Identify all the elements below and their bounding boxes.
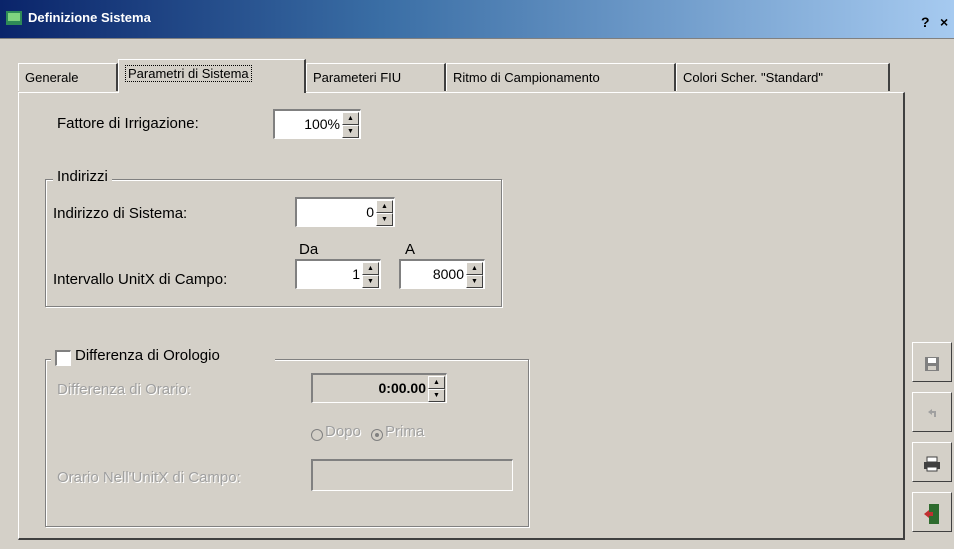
after-radio[interactable]: [311, 429, 323, 441]
floppy-disk-icon: [925, 357, 939, 372]
save-button[interactable]: [912, 342, 952, 382]
spin-up-icon[interactable]: ▲: [342, 112, 359, 125]
unit-range-label: Intervallo UnitX di Campo:: [53, 271, 228, 288]
tab-generale[interactable]: Generale: [18, 63, 118, 91]
system-address-spin-arrows[interactable]: ▲ ▼: [376, 200, 393, 226]
irrigation-spin-arrows[interactable]: ▲ ▼: [342, 112, 359, 138]
time-diff-spin-arrows[interactable]: ▲ ▼: [428, 376, 445, 402]
tab-colori-schermo[interactable]: Colori Scher. "Standard": [676, 63, 890, 91]
time-diff-value: 0:00.00: [378, 380, 426, 396]
before-radio-label[interactable]: Prima: [385, 423, 424, 440]
spin-down-icon[interactable]: ▼: [428, 389, 445, 402]
range-to-spinner[interactable]: 8000 ▲ ▼: [399, 259, 485, 289]
range-from-value: 1: [352, 266, 360, 282]
before-radio[interactable]: [371, 429, 383, 441]
close-button[interactable]: ×: [940, 14, 948, 30]
time-diff-label: Differenza di Orario:: [57, 381, 191, 398]
spin-down-icon[interactable]: ▼: [362, 275, 379, 288]
print-button[interactable]: [912, 442, 952, 482]
spin-up-icon[interactable]: ▲: [428, 376, 445, 389]
undo-icon: [928, 409, 936, 418]
exit-door-icon: [924, 504, 939, 525]
from-label: Da: [299, 241, 319, 258]
time-diff-spinner[interactable]: 0:00.00 ▲ ▼: [311, 373, 447, 403]
clock-diff-legend: Differenza di Orologio: [51, 347, 275, 369]
spin-up-icon[interactable]: ▲: [362, 262, 379, 275]
clock-diff-checkbox-label[interactable]: Differenza di Orologio: [75, 347, 220, 364]
range-from-spinner[interactable]: 1 ▲ ▼: [295, 259, 381, 289]
after-radio-label[interactable]: Dopo: [325, 423, 361, 440]
spin-down-icon[interactable]: ▼: [376, 213, 393, 226]
printer-icon: [924, 456, 940, 472]
addresses-group-label: Indirizzi: [53, 168, 112, 185]
range-to-spin-arrows[interactable]: ▲ ▼: [466, 262, 483, 288]
tab-parametri-fiu[interactable]: Parameteri FIU: [306, 63, 446, 91]
clock-diff-checkbox[interactable]: [55, 350, 71, 366]
system-address-value: 0: [366, 204, 374, 220]
spin-down-icon[interactable]: ▼: [342, 125, 359, 138]
system-address-label: Indirizzo di Sistema:: [53, 205, 188, 222]
to-label: A: [405, 241, 416, 258]
system-address-spinner[interactable]: 0 ▲ ▼: [295, 197, 395, 227]
spin-up-icon[interactable]: ▲: [466, 262, 483, 275]
irrigation-spinner[interactable]: 100% ▲ ▼: [273, 109, 361, 139]
app-icon: [6, 11, 22, 25]
irrigation-value: 100%: [304, 116, 340, 132]
range-from-spin-arrows[interactable]: ▲ ▼: [362, 262, 379, 288]
spin-up-icon[interactable]: ▲: [376, 200, 393, 213]
range-to-value: 8000: [432, 266, 464, 282]
exit-button[interactable]: [912, 492, 952, 532]
tab-panel: Fattore di Irrigazione: 100% ▲ ▼ Indirizz…: [18, 92, 905, 540]
tab-ritmo-campionamento[interactable]: Ritmo di Campionamento: [446, 63, 676, 91]
spin-down-icon[interactable]: ▼: [466, 275, 483, 288]
undo-button[interactable]: [912, 392, 952, 432]
irrigation-label: Fattore di Irrigazione:: [57, 115, 199, 132]
tab-parametri-sistema[interactable]: Parametri di Sistema: [118, 59, 306, 93]
field-unit-time-label: Orario Nell'UnitX di Campo:: [57, 469, 241, 486]
window-title: Definizione Sistema: [28, 10, 151, 25]
title-bar: Definizione Sistema ? ×: [0, 0, 954, 39]
field-unit-time-input[interactable]: [311, 459, 513, 491]
help-button[interactable]: ?: [921, 14, 930, 30]
